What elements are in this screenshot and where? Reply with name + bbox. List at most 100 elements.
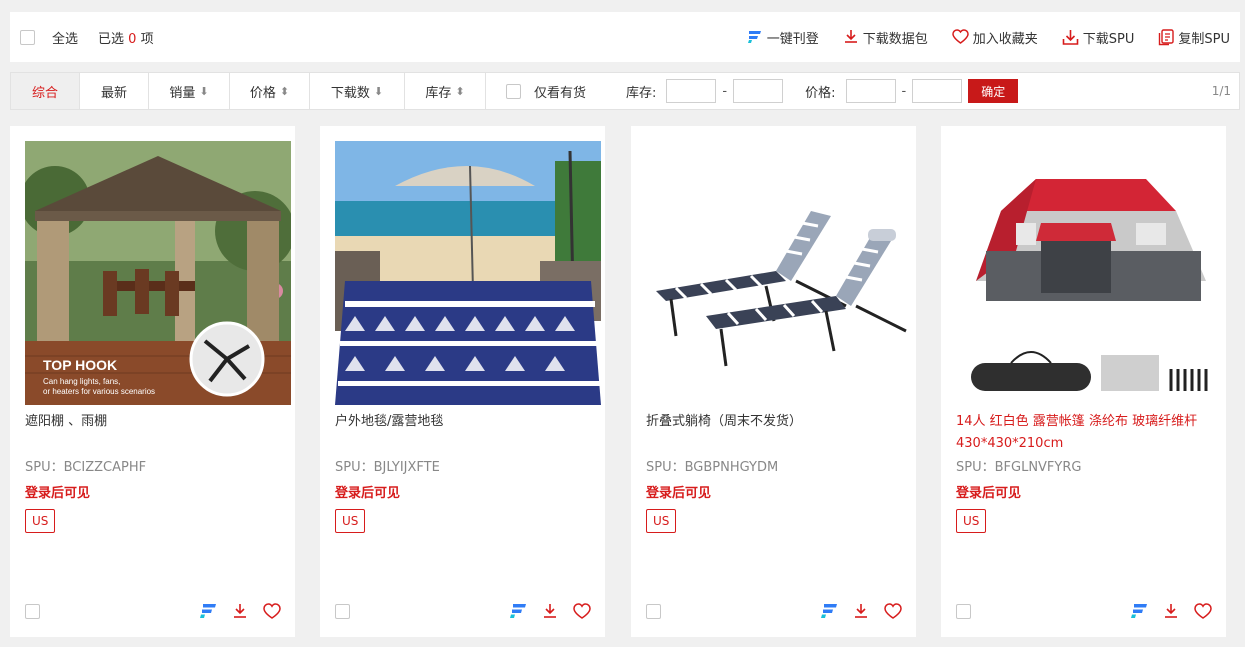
sort-down-icon: ⬇	[199, 84, 209, 98]
sort-updown-icon: ⬍	[455, 84, 465, 98]
card-actions	[185, 602, 281, 620]
bulk-actions: 一键刊登 下载数据包 加入收藏夹 下载SPU 复制SPU	[723, 28, 1230, 47]
product-title[interactable]: 遮阳棚 、雨棚	[25, 411, 287, 433]
download-icon[interactable]	[231, 602, 249, 620]
card-actions	[495, 602, 591, 620]
copy-spu-button[interactable]: 复制SPU	[1158, 28, 1230, 47]
product-checkbox[interactable]	[25, 604, 40, 619]
product-title[interactable]: 14人 红白色 露营帐篷 涤纶布 玻璃纤维杆 430*430*210cm	[956, 411, 1218, 455]
tab-label: 销量	[169, 85, 196, 101]
selected-prefix: 已选	[98, 31, 125, 47]
tab-label: 综合	[31, 85, 58, 101]
image-headline: TOP HOOK	[43, 357, 117, 373]
stock-range: 库存: -	[626, 79, 784, 103]
tab-label: 库存	[425, 85, 452, 101]
price-min-input[interactable]	[845, 79, 896, 103]
region-tag: US	[25, 509, 56, 533]
copy-spu-label: 复制SPU	[1178, 31, 1230, 47]
publish-icon	[747, 31, 761, 43]
stock-min-input[interactable]	[666, 79, 717, 103]
product-checkbox[interactable]	[956, 604, 971, 619]
product-card[interactable]: TOP HOOK Can hang lights, fans, or heate…	[10, 126, 295, 637]
stock-max-input[interactable]	[733, 79, 784, 103]
product-image-gazebo[interactable]: TOP HOOK Can hang lights, fans, or heate…	[25, 141, 291, 405]
download-package-button[interactable]: 下载数据包	[843, 28, 928, 47]
tab-sales[interactable]: 销量 ⬇	[149, 73, 230, 109]
range-dash: -	[901, 83, 907, 99]
tab-newest[interactable]: 最新	[80, 73, 149, 109]
tab-label: 下载数	[330, 85, 370, 101]
tab-label: 价格	[249, 85, 276, 101]
select-all-label[interactable]: 全选	[52, 28, 78, 47]
download-icon[interactable]	[541, 602, 559, 620]
stock-range-label: 库存:	[626, 85, 657, 101]
publish-icon[interactable]	[199, 603, 217, 619]
add-favorites-label: 加入收藏夹	[972, 31, 1038, 47]
product-image-rug[interactable]	[335, 141, 601, 405]
tab-price[interactable]: 价格 ⬍	[230, 73, 310, 109]
sort-updown-icon: ⬍	[279, 84, 290, 98]
publish-icon[interactable]	[509, 603, 527, 619]
product-spu: SPU：BCIZZCAPHF	[25, 460, 147, 475]
card-actions	[1116, 602, 1212, 620]
product-image-loungers[interactable]	[646, 141, 912, 405]
product-title[interactable]: 户外地毯/露营地毯	[335, 411, 597, 433]
product-spu: SPU：BFGLNVFYRG	[956, 460, 1082, 475]
price-login-hint[interactable]: 登录后可见	[335, 482, 400, 501]
selected-suffix: 项	[140, 31, 154, 47]
publish-icon[interactable]	[1130, 603, 1148, 619]
tab-comprehensive[interactable]: 综合	[11, 73, 80, 109]
price-max-input[interactable]	[912, 79, 963, 103]
region-tag: US	[646, 509, 677, 533]
page-indicator: 1/1	[1211, 84, 1231, 98]
heart-icon[interactable]	[884, 602, 902, 620]
region-tag: US	[956, 509, 987, 533]
in-stock-filter[interactable]: 仅看有货	[506, 82, 586, 101]
confirm-button[interactable]: 确定	[968, 79, 1019, 103]
product-spu: SPU：BGBPNHGYDM	[646, 460, 779, 475]
download-spu-label: 下载SPU	[1082, 31, 1135, 47]
heart-icon[interactable]	[1194, 602, 1212, 620]
download-tray-icon	[1062, 29, 1079, 45]
heart-icon[interactable]	[573, 602, 591, 620]
heart-icon	[952, 29, 969, 44]
tab-stock[interactable]: 库存 ⬍	[405, 73, 486, 109]
price-login-hint[interactable]: 登录后可见	[956, 482, 1021, 501]
product-checkbox[interactable]	[646, 604, 661, 619]
copy-icon	[1159, 28, 1175, 45]
add-favorites-button[interactable]: 加入收藏夹	[952, 28, 1038, 47]
range-dash: -	[722, 83, 728, 99]
product-card[interactable]: 户外地毯/露营地毯 SPU：BJLYIJXFTE 登录后可见 US	[320, 126, 605, 637]
heart-icon[interactable]	[263, 602, 281, 620]
in-stock-label: 仅看有货	[534, 85, 587, 101]
tab-downloads[interactable]: 下载数 ⬇	[310, 73, 405, 109]
selected-count: 0	[128, 31, 137, 47]
download-icon	[844, 30, 857, 43]
product-card[interactable]: 折叠式躺椅（周末不发货） SPU：BGBPNHGYDM 登录后可见 US	[631, 126, 916, 637]
card-actions	[806, 602, 902, 620]
publish-button[interactable]: 一键刊登	[747, 28, 819, 47]
product-image-tent[interactable]	[956, 141, 1222, 405]
download-icon[interactable]	[1162, 602, 1180, 620]
product-card[interactable]: 14人 红白色 露营帐篷 涤纶布 玻璃纤维杆 430*430*210cm SPU…	[941, 126, 1226, 637]
image-caption-line2: or heaters for various scenarios	[43, 387, 155, 396]
in-stock-checkbox[interactable]	[506, 83, 521, 99]
tab-label: 最新	[100, 85, 127, 101]
download-icon[interactable]	[852, 602, 870, 620]
select-all-checkbox[interactable]	[20, 29, 35, 45]
product-title[interactable]: 折叠式躺椅（周末不发货）	[646, 411, 908, 433]
selected-count-text: 已选 0 项	[98, 28, 154, 47]
price-range-label: 价格:	[805, 85, 836, 101]
download-spu-button[interactable]: 下载SPU	[1062, 28, 1135, 47]
sort-down-icon: ⬇	[373, 84, 384, 98]
price-login-hint[interactable]: 登录后可见	[646, 482, 711, 501]
publish-label: 一键刊登	[766, 31, 819, 47]
toolbar: 全选 已选 0 项 一键刊登 下载数据包 加入收藏夹 下载SPU 复制SPU	[10, 12, 1240, 62]
product-checkbox[interactable]	[335, 604, 350, 619]
region-tag: US	[335, 509, 366, 533]
publish-icon[interactable]	[820, 603, 838, 619]
selection-group: 全选 已选 0 项	[20, 28, 154, 47]
download-package-label: 下载数据包	[862, 31, 928, 47]
price-range: 价格: - 确定	[805, 79, 1019, 103]
price-login-hint[interactable]: 登录后可见	[25, 482, 90, 501]
